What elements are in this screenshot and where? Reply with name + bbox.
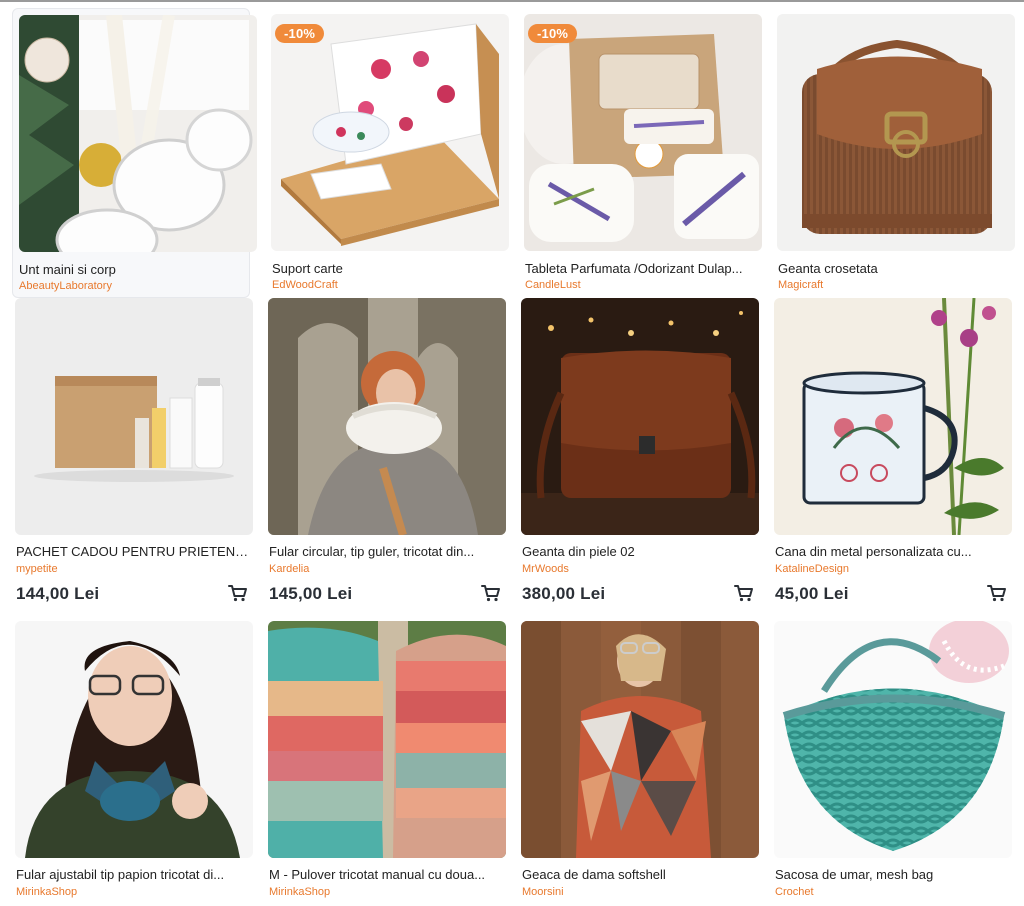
product-title[interactable]: Suport carte (272, 261, 508, 276)
product-card[interactable]: Unt maini si corp AbeautyLaboratory (12, 8, 257, 298)
product-title[interactable]: Sacosa de umar, mesh bag (775, 867, 1011, 882)
add-to-cart-button[interactable] (478, 581, 504, 605)
shop-link[interactable]: AbeautyLaboratory (19, 280, 112, 292)
product-card[interactable]: M - Pulover tricotat manual cu doua... M… (268, 621, 506, 906)
product-image[interactable] (777, 14, 1015, 251)
product-title[interactable]: Unt maini si corp (19, 262, 255, 277)
cart-icon (228, 585, 247, 602)
product-image[interactable] (268, 621, 506, 858)
product-title[interactable]: Tableta Parfumata /Odorizant Dulap... (525, 261, 761, 276)
shop-link[interactable]: EdWoodCraft (272, 279, 338, 291)
product-card[interactable]: Geanta crosetata Magicraft (777, 14, 1015, 294)
product-card[interactable]: -10% Suport carte EdWoodCraft (271, 14, 509, 294)
cart-icon (987, 585, 1006, 602)
product-card[interactable]: Fular ajustabil tip papion tricotat di..… (15, 621, 253, 906)
shop-link[interactable]: MirinkaShop (269, 886, 330, 898)
product-image[interactable] (15, 298, 253, 535)
product-title[interactable]: Geaca de dama softshell (522, 867, 758, 882)
shop-link[interactable]: Crochet (775, 886, 814, 898)
product-card[interactable]: -10% Tableta Parfumata /Odorizant Dulap.… (524, 14, 762, 294)
shop-link[interactable]: Moorsini (522, 886, 564, 898)
cart-icon (734, 585, 753, 602)
product-title[interactable]: Fular ajustabil tip papion tricotat di..… (16, 867, 252, 882)
product-price: 45,00 Lei (775, 584, 849, 603)
product-price: 145,00 Lei (269, 584, 353, 603)
product-card[interactable]: Fular circular, tip guler, tricotat din.… (268, 298, 506, 608)
product-image[interactable]: -10% (524, 14, 762, 251)
product-card[interactable]: Geaca de dama softshell Moorsini (521, 621, 759, 906)
shop-link[interactable]: Magicraft (778, 279, 823, 291)
product-image[interactable] (521, 621, 759, 858)
shop-link[interactable]: MrWoods (522, 563, 569, 575)
product-price: 380,00 Lei (522, 584, 606, 603)
product-title[interactable]: Cana din metal personalizata cu... (775, 544, 1011, 559)
add-to-cart-button[interactable] (225, 581, 251, 605)
product-card[interactable]: Geanta din piele 02 MrWoods 380,00 Lei (521, 298, 759, 608)
product-image[interactable] (521, 298, 759, 535)
product-title[interactable]: Geanta din piele 02 (522, 544, 758, 559)
product-image[interactable] (774, 621, 1012, 858)
add-to-cart-button[interactable] (731, 581, 757, 605)
product-title[interactable]: PACHET CADOU PENTRU PRIETENA... (16, 544, 252, 559)
product-image[interactable] (19, 15, 257, 252)
shop-link[interactable]: Kardelia (269, 563, 309, 575)
shop-link[interactable]: mypetite (16, 563, 58, 575)
product-title[interactable]: Geanta crosetata (778, 261, 1014, 276)
product-image[interactable] (15, 621, 253, 858)
shop-link[interactable]: CandleLust (525, 279, 581, 291)
product-title[interactable]: Fular circular, tip guler, tricotat din.… (269, 544, 505, 559)
discount-badge: -10% (528, 24, 578, 43)
product-card[interactable]: Cana din metal personalizata cu... Katal… (774, 298, 1012, 608)
product-title[interactable]: M - Pulover tricotat manual cu doua... (269, 867, 505, 882)
product-image[interactable] (774, 298, 1012, 535)
product-price: 144,00 Lei (16, 584, 100, 603)
product-card[interactable]: Sacosa de umar, mesh bag Crochet (774, 621, 1012, 906)
shop-link[interactable]: KatalineDesign (775, 563, 849, 575)
cart-icon (481, 585, 500, 602)
discount-badge: -10% (275, 24, 325, 43)
shop-link[interactable]: MirinkaShop (16, 886, 77, 898)
product-image[interactable]: -10% (271, 14, 509, 251)
product-card[interactable]: PACHET CADOU PENTRU PRIETENA... mypetite… (15, 298, 253, 608)
add-to-cart-button[interactable] (984, 581, 1010, 605)
top-divider (0, 0, 1024, 2)
product-image[interactable] (268, 298, 506, 535)
